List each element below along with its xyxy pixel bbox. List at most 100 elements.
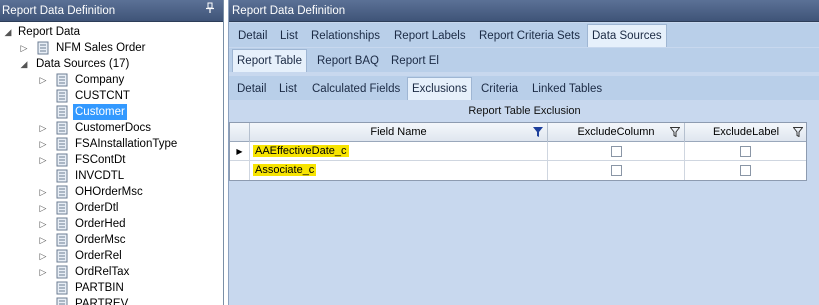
- filter-active-icon[interactable]: [533, 127, 543, 137]
- table-icon: [55, 281, 69, 295]
- field-name-value: AAEffectiveDate_c: [253, 145, 349, 157]
- field-name-cell[interactable]: AAEffectiveDate_c: [250, 142, 548, 161]
- table-icon: [55, 233, 69, 247]
- row-selector[interactable]: [230, 161, 250, 180]
- tab-detail[interactable]: Detail: [233, 79, 270, 100]
- table-row[interactable]: ▶ AAEffectiveDate_c: [230, 142, 806, 161]
- field-name-cell[interactable]: Associate_c: [250, 161, 548, 180]
- table-icon: [55, 265, 69, 279]
- expand-icon[interactable]: ▷: [38, 136, 48, 152]
- report-table-tabs: Detail List Calculated Fields Exclusions…: [229, 76, 819, 100]
- tree-node-data-source[interactable]: PARTREV: [0, 296, 223, 305]
- tree-node-data-sources[interactable]: ◢ Data Sources (17): [0, 56, 223, 72]
- tree-node-data-source[interactable]: INVCDTL: [0, 168, 223, 184]
- tree-node-report-data[interactable]: ◢ Report Data: [0, 24, 223, 40]
- tab-data-sources[interactable]: Data Sources: [587, 24, 667, 47]
- tree-node-data-source[interactable]: ▷ OrderRel: [0, 248, 223, 264]
- tree-node-nfm-sales-order[interactable]: ▷ NFM Sales Order: [0, 40, 223, 56]
- tree-node-data-source[interactable]: ▷ CustomerDocs: [0, 120, 223, 136]
- expand-icon[interactable]: ▷: [38, 216, 48, 232]
- tree-label: FSAInstallationType: [75, 138, 178, 150]
- tree-label: CustomerDocs: [75, 122, 152, 134]
- tree-node-data-source[interactable]: ▷ OrderHed: [0, 216, 223, 232]
- expand-icon[interactable]: ▷: [38, 184, 48, 200]
- exclude-column-cell: [548, 142, 685, 161]
- tab-relationships[interactable]: Relationships: [307, 26, 384, 47]
- tab-report-criteria-sets[interactable]: Report Criteria Sets: [475, 26, 584, 47]
- exclude-column-cell: [548, 161, 685, 180]
- report-data-tree-panel: Report Data Definition ◢ Report Data ▷ N…: [0, 0, 224, 305]
- grid-title: Report Table Exclusion: [229, 101, 819, 122]
- tab-report-table[interactable]: Report Table: [232, 49, 307, 72]
- exclude-column-checkbox[interactable]: [611, 165, 622, 176]
- tab-calculated-fields[interactable]: Calculated Fields: [308, 79, 404, 100]
- tree-label: OrderHed: [75, 218, 126, 230]
- tab-linked-tables[interactable]: Linked Tables: [528, 79, 606, 100]
- tree-node-data-source[interactable]: ▷ FSAInstallationType: [0, 136, 223, 152]
- tab-list[interactable]: List: [276, 26, 302, 47]
- collapse-icon[interactable]: ◢: [19, 56, 29, 72]
- column-header-exclude-column[interactable]: ExcludeColumn: [548, 123, 685, 142]
- pin-icon[interactable]: [205, 0, 215, 22]
- filter-icon[interactable]: [793, 127, 803, 137]
- tree-label: OrderDtl: [75, 202, 119, 214]
- tab-report-baq[interactable]: Report BAQ: [313, 51, 383, 72]
- report-data-detail-panel: Report Data Definition Detail List Relat…: [228, 0, 819, 305]
- tree-node-data-source[interactable]: ▷ OrdRelTax: [0, 264, 223, 280]
- table-icon: [55, 105, 69, 119]
- main-tabs: Detail List Relationships Report Labels …: [229, 23, 819, 47]
- tree-node-data-source[interactable]: ▷ Company: [0, 72, 223, 88]
- collapse-icon[interactable]: ◢: [3, 24, 13, 40]
- field-name-value: Associate_c: [253, 164, 317, 176]
- tree-node-data-source[interactable]: CUSTCNT: [0, 88, 223, 104]
- tree-label: NFM Sales Order: [56, 42, 146, 54]
- column-header-exclude-label[interactable]: ExcludeLabel: [685, 123, 807, 142]
- tree-node-data-source[interactable]: ▷ FSContDt: [0, 152, 223, 168]
- exclude-column-checkbox[interactable]: [611, 146, 622, 157]
- exclusion-grid: Field Name ExcludeColumn ExcludeLabel ▶ …: [229, 122, 807, 181]
- exclude-label-cell: [685, 161, 807, 180]
- tree-label: OrdRelTax: [75, 266, 130, 278]
- tab-criteria[interactable]: Criteria: [477, 79, 522, 100]
- column-header-field-name[interactable]: Field Name: [250, 123, 548, 142]
- table-icon: [55, 169, 69, 183]
- tree-node-data-source[interactable]: PARTBIN: [0, 280, 223, 296]
- expand-icon[interactable]: ▷: [38, 264, 48, 280]
- tree-node-data-source[interactable]: Customer: [0, 104, 223, 120]
- tab-report-labels[interactable]: Report Labels: [390, 26, 470, 47]
- expand-icon[interactable]: ▷: [38, 120, 48, 136]
- expand-icon[interactable]: ▷: [38, 232, 48, 248]
- table-icon: [55, 73, 69, 87]
- filter-icon[interactable]: [670, 127, 680, 137]
- tab-exclusions[interactable]: Exclusions: [407, 77, 472, 100]
- tab-list[interactable]: List: [275, 79, 301, 100]
- grid-header: Field Name ExcludeColumn ExcludeLabel: [230, 123, 806, 142]
- tree-node-data-source[interactable]: ▷ OHOrderMsc: [0, 184, 223, 200]
- table-icon: [55, 89, 69, 103]
- tree-label: Company: [75, 74, 125, 86]
- tab-detail[interactable]: Detail: [234, 26, 271, 47]
- tree-label: INVCDTL: [75, 170, 125, 182]
- expand-icon[interactable]: ▷: [38, 248, 48, 264]
- table-icon: [55, 217, 69, 231]
- expand-icon[interactable]: ▷: [38, 72, 48, 88]
- column-header-label: ExcludeColumn: [577, 126, 655, 138]
- tab-report-el[interactable]: Report El: [387, 51, 443, 72]
- exclude-label-checkbox[interactable]: [740, 146, 751, 157]
- table-icon: [55, 137, 69, 151]
- tree-node-data-source[interactable]: ▷ OrderDtl: [0, 200, 223, 216]
- table-row[interactable]: Associate_c: [230, 161, 806, 180]
- expand-icon[interactable]: ▷: [19, 40, 29, 56]
- column-header-label: ExcludeLabel: [712, 126, 780, 138]
- exclude-label-checkbox[interactable]: [740, 165, 751, 176]
- document-icon: [36, 41, 50, 55]
- expand-icon[interactable]: ▷: [38, 200, 48, 216]
- tree-label: PARTREV: [75, 298, 129, 305]
- left-panel-title: Report Data Definition: [2, 5, 116, 17]
- report-data-tree: ◢ Report Data ▷ NFM Sales Order ◢ Data S…: [0, 22, 223, 305]
- expand-icon[interactable]: ▷: [38, 152, 48, 168]
- right-panel-title: Report Data Definition: [232, 5, 346, 17]
- table-icon: [55, 249, 69, 263]
- tree-node-data-source[interactable]: ▷ OrderMsc: [0, 232, 223, 248]
- left-panel-header: Report Data Definition: [0, 0, 223, 22]
